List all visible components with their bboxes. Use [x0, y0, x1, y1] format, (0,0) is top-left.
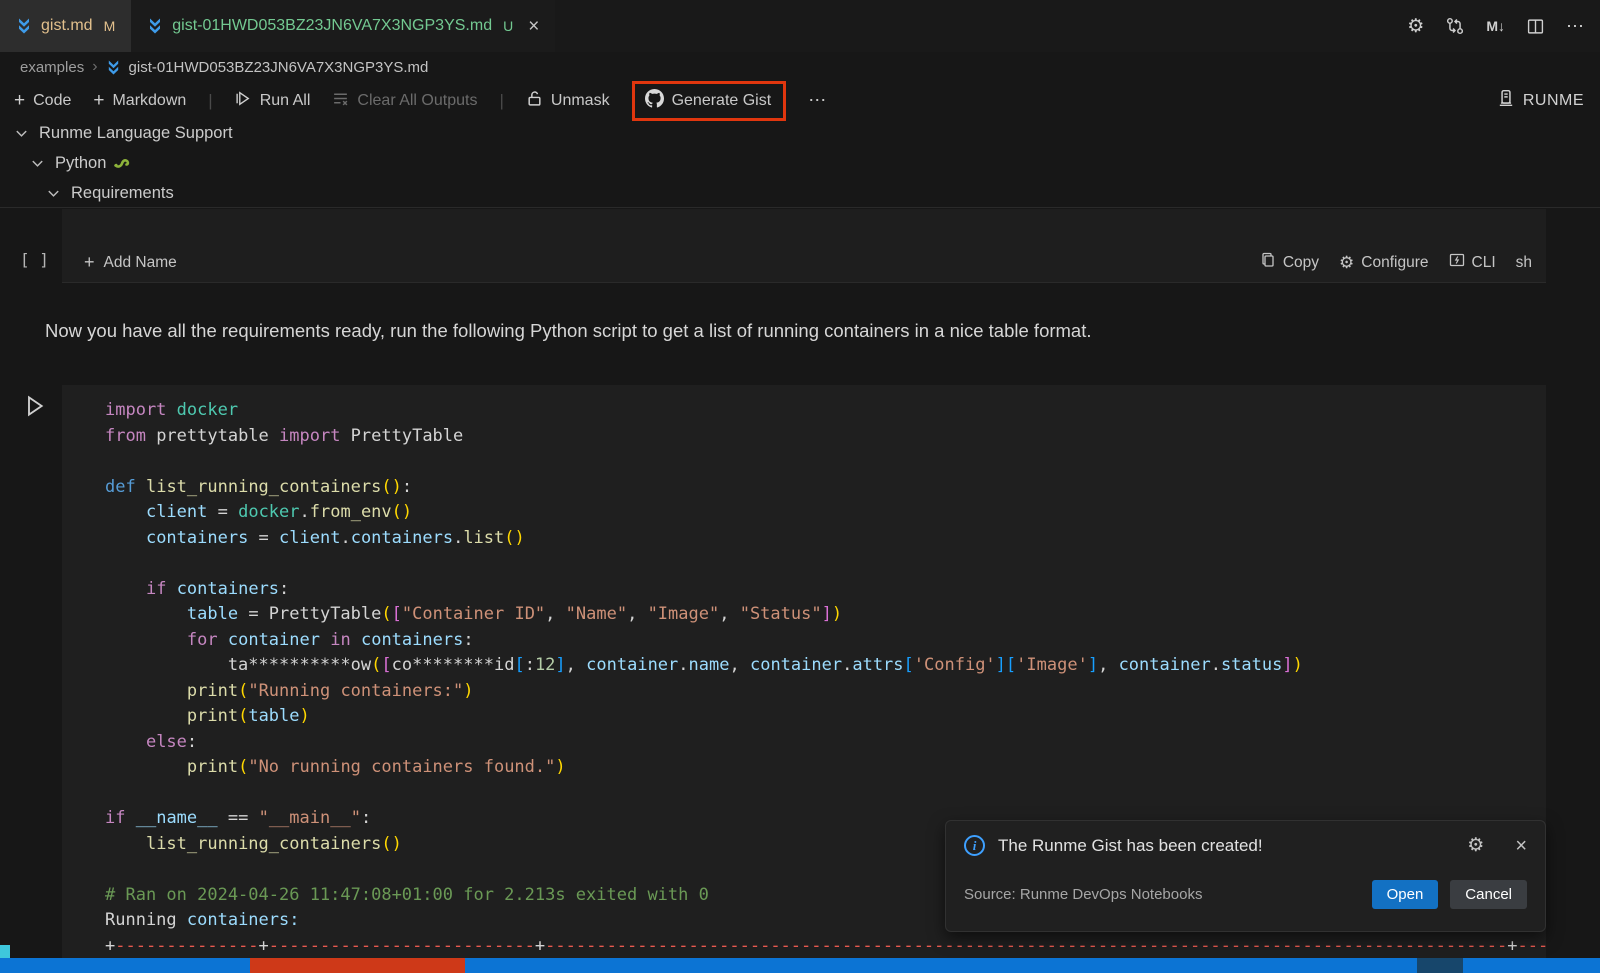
code-line: def list_running_containers(): [105, 475, 1546, 501]
cli-button[interactable]: CLI [1449, 252, 1496, 273]
code-line: print("Running containers:") [105, 679, 1546, 705]
cancel-button[interactable]: Cancel [1450, 880, 1527, 909]
requirements-cell: + Add Name Copy ⚙ Configure CLI sh [62, 209, 1546, 283]
code-line: containers = client.containers.list() [105, 526, 1546, 552]
outline-item-runme-language-support[interactable]: Runme Language Support [14, 118, 233, 148]
runme-file-icon [106, 60, 121, 75]
runme-file-icon [16, 18, 32, 34]
code-line: ta**********ow([co********id[:12], conta… [105, 653, 1546, 679]
toolbar-divider: | [208, 91, 212, 111]
breadcrumb-separator-icon: › [92, 58, 97, 76]
code-line: if containers: [105, 577, 1546, 603]
code-line: for container in containers: [105, 628, 1546, 654]
runme-kernel-button[interactable]: RUNME [1497, 82, 1584, 119]
markdown-paragraph: Now you have all the requirements ready,… [45, 320, 1545, 342]
plus-icon: + [93, 90, 104, 112]
cell-language-picker[interactable]: sh [1516, 254, 1532, 272]
status-strip-segment [1417, 958, 1463, 973]
notification-source: Source: Runme DevOps Notebooks [964, 886, 1372, 903]
run-all-icon [235, 90, 252, 112]
code-line: import docker [105, 398, 1546, 424]
add-markdown-cell-button[interactable]: + Markdown [93, 90, 186, 112]
close-tab-icon[interactable]: × [528, 17, 539, 36]
breadcrumb-file[interactable]: gist-01HWD053BZ23JN6VA7X3NGP3YS.md [129, 59, 429, 76]
chevron-down-icon [46, 186, 61, 201]
clear-outputs-icon [332, 90, 349, 112]
code-line: print("No running containers found.") [105, 755, 1546, 781]
tab-gist-notebook[interactable]: gist-01HWD053BZ23JN6VA7X3NGP3YS.md U × [131, 0, 555, 52]
close-icon[interactable]: × [1515, 836, 1527, 856]
code-line: print(table) [105, 704, 1546, 730]
toolbar-divider: | [499, 91, 503, 111]
split-editor-icon[interactable] [1527, 18, 1544, 35]
snake-emoji-icon [113, 153, 131, 174]
clear-all-outputs-button[interactable]: Clear All Outputs [332, 90, 477, 112]
more-actions-icon[interactable]: ⋯ [1566, 16, 1586, 37]
git-compare-icon[interactable] [1446, 17, 1464, 35]
section-divider [0, 207, 1600, 208]
code-line: client = docker.from_env() [105, 500, 1546, 526]
code-line [105, 449, 1546, 475]
breadcrumb: examples › gist-01HWD053BZ23JN6VA7X3NGP3… [20, 52, 428, 82]
add-code-cell-button[interactable]: + Code [14, 90, 71, 112]
code-line [105, 551, 1546, 577]
status-strip-segment [0, 958, 1600, 973]
tab-label: gist-01HWD053BZ23JN6VA7X3NGP3YS.md [172, 17, 492, 35]
copy-button[interactable]: Copy [1260, 252, 1319, 273]
markdown-preview-icon[interactable]: M↓ [1486, 18, 1505, 34]
code-line [105, 781, 1546, 807]
notebook-toolbar: + Code + Markdown | Run All Clear All Ou… [14, 82, 828, 119]
configure-button[interactable]: ⚙ Configure [1339, 254, 1428, 272]
terminal-icon [1449, 252, 1465, 273]
gear-icon[interactable]: ⚙ [1467, 836, 1484, 855]
git-status-badge: M [104, 18, 116, 34]
notification-message: The Runme Gist has been created! [998, 836, 1454, 856]
gear-icon[interactable]: ⚙ [1407, 17, 1424, 36]
plus-icon: + [14, 90, 25, 112]
runme-logo-icon [1497, 89, 1515, 112]
toolbar-more-icon[interactable]: ⋯ [808, 90, 828, 111]
runme-file-icon [147, 18, 163, 34]
code-line: from prettytable import PrettyTable [105, 424, 1546, 450]
copy-icon [1260, 252, 1276, 273]
info-icon: i [964, 835, 985, 856]
notification-toast: i The Runme Gist has been created! ⚙ × S… [945, 820, 1546, 932]
run-cell-button[interactable] [24, 394, 46, 418]
editor-actions: ⚙ M↓ ⋯ [1407, 0, 1586, 52]
code-line: +--------------+------------------------… [105, 934, 1546, 959]
open-button[interactable]: Open [1372, 880, 1439, 909]
tab-label: gist.md [41, 17, 93, 35]
unmask-button[interactable]: Unmask [526, 90, 610, 112]
status-strip [0, 958, 1600, 973]
generate-gist-button[interactable]: Generate Gist [645, 89, 772, 113]
gear-icon: ⚙ [1339, 254, 1354, 271]
add-name-button[interactable]: + Add Name [84, 252, 177, 273]
status-strip-segment [250, 958, 465, 973]
code-line: table = PrettyTable(["Container ID", "Na… [105, 602, 1546, 628]
minimap-fragment [0, 945, 10, 958]
tab-bar: gist.md M gist-01HWD053BZ23JN6VA7X3NGP3Y… [0, 0, 1600, 52]
generate-gist-annotation: Generate Gist [632, 81, 787, 121]
chevron-down-icon [30, 156, 45, 171]
git-status-badge: U [503, 18, 513, 34]
plus-icon: + [84, 252, 95, 273]
run-all-button[interactable]: Run All [235, 90, 311, 112]
github-icon [645, 89, 664, 113]
tab-gist-md[interactable]: gist.md M [0, 0, 131, 52]
unlock-icon [526, 90, 543, 112]
execution-order-marker: [ ] [20, 250, 49, 269]
breadcrumb-folder[interactable]: examples [20, 59, 84, 76]
outline-item-python[interactable]: Python [30, 148, 131, 178]
outline-item-requirements[interactable]: Requirements [46, 178, 174, 208]
code-line: else: [105, 730, 1546, 756]
chevron-down-icon [14, 126, 29, 141]
cell-actions: Copy ⚙ Configure CLI sh [1260, 252, 1532, 273]
